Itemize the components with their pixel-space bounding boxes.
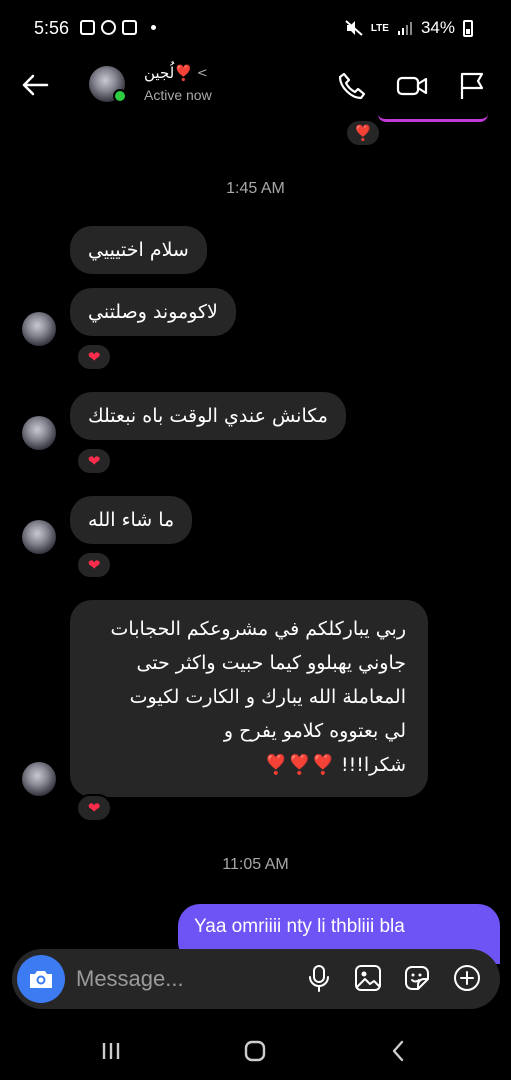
battery-percent: 34% — [420, 18, 455, 37]
sender-avatar[interactable] — [22, 520, 56, 554]
gallery-icon[interactable] — [353, 963, 383, 993]
chevron-icon: < — [196, 65, 208, 81]
sticker-icon[interactable] — [402, 963, 432, 993]
message-line: المعاملة الله يبارك و الكارت لكيوت — [129, 686, 406, 708]
chat-header: لُجين❣️ < Active now — [0, 58, 511, 114]
status-right: LTE 34% — [345, 18, 473, 38]
system-nav-bar — [0, 1020, 511, 1080]
camera-icon — [30, 971, 52, 988]
reaction-badge[interactable]: ❣️ — [345, 119, 381, 147]
reaction-badge[interactable]: ❤ — [76, 343, 112, 371]
active-status: Active now — [144, 87, 212, 103]
more-notifications-icon — [151, 25, 156, 30]
message-input[interactable] — [76, 961, 296, 997]
flag-icon[interactable] — [456, 70, 488, 102]
home-icon[interactable] — [242, 1038, 268, 1064]
message-bubble[interactable]: سلام اختيييي — [70, 226, 207, 274]
recent-apps-icon[interactable] — [98, 1038, 124, 1064]
message-line: شكرا!!! ❣️❣️❣️ — [263, 754, 406, 776]
messenger-notification-icon — [101, 20, 116, 35]
message-bubble[interactable]: ما شاء الله — [70, 496, 193, 544]
instagram-notification-icon — [122, 20, 137, 35]
nav-back-icon[interactable] — [386, 1038, 412, 1064]
message-composer — [12, 949, 500, 1009]
message-line: جاوني يهبلوو كيما حبيت واكثر حتى — [136, 652, 406, 674]
battery-icon — [463, 19, 473, 37]
message-line: لي بعتووه كلامو يفرح و — [223, 720, 406, 742]
microphone-icon[interactable] — [304, 963, 334, 993]
video-camera-icon[interactable] — [396, 70, 428, 102]
back-arrow-icon[interactable] — [20, 70, 50, 100]
message-bubble-long[interactable]: ربي يباركلكم في مشروعكم الحجابات جاوني ي… — [70, 600, 428, 797]
network-type: LTE — [370, 22, 389, 34]
sent-bubble-edge — [378, 114, 488, 122]
message-bubble[interactable]: لاكوموند وصلتني — [70, 288, 236, 336]
online-indicator — [113, 89, 127, 103]
reaction-badge[interactable]: ❤ — [76, 551, 112, 579]
gallery-notification-icon — [80, 20, 95, 35]
notification-icons — [80, 20, 156, 35]
sender-avatar[interactable] — [22, 762, 56, 796]
mute-icon — [345, 20, 363, 36]
timestamp: 1:45 AM — [226, 180, 285, 197]
signal-icon — [397, 22, 412, 35]
plus-icon[interactable] — [452, 963, 482, 993]
message-line: ربي يباركلكم في مشروعكم الحجابات — [110, 618, 406, 640]
reaction-badge[interactable]: ❤ — [76, 447, 112, 475]
status-bar: 5:56 LTE 34% — [0, 0, 511, 58]
reaction-badge[interactable]: ❤ — [76, 794, 112, 822]
contact-name: لُجين❣️ — [144, 64, 193, 82]
sender-avatar[interactable] — [22, 416, 56, 450]
sender-avatar[interactable] — [22, 312, 56, 346]
contact-name-row[interactable]: لُجين❣️ < — [144, 64, 208, 82]
status-time: 5:56 — [34, 18, 70, 38]
camera-button[interactable] — [17, 955, 65, 1003]
message-bubble[interactable]: مكانش عندي الوقت باه نبعتلك — [70, 392, 346, 440]
message-thread[interactable]: ❣️ 1:45 AM سلام اختيييي لاكوموند وصلتني … — [0, 114, 511, 964]
timestamp: 11:05 AM — [222, 856, 289, 873]
phone-icon[interactable] — [336, 70, 368, 102]
